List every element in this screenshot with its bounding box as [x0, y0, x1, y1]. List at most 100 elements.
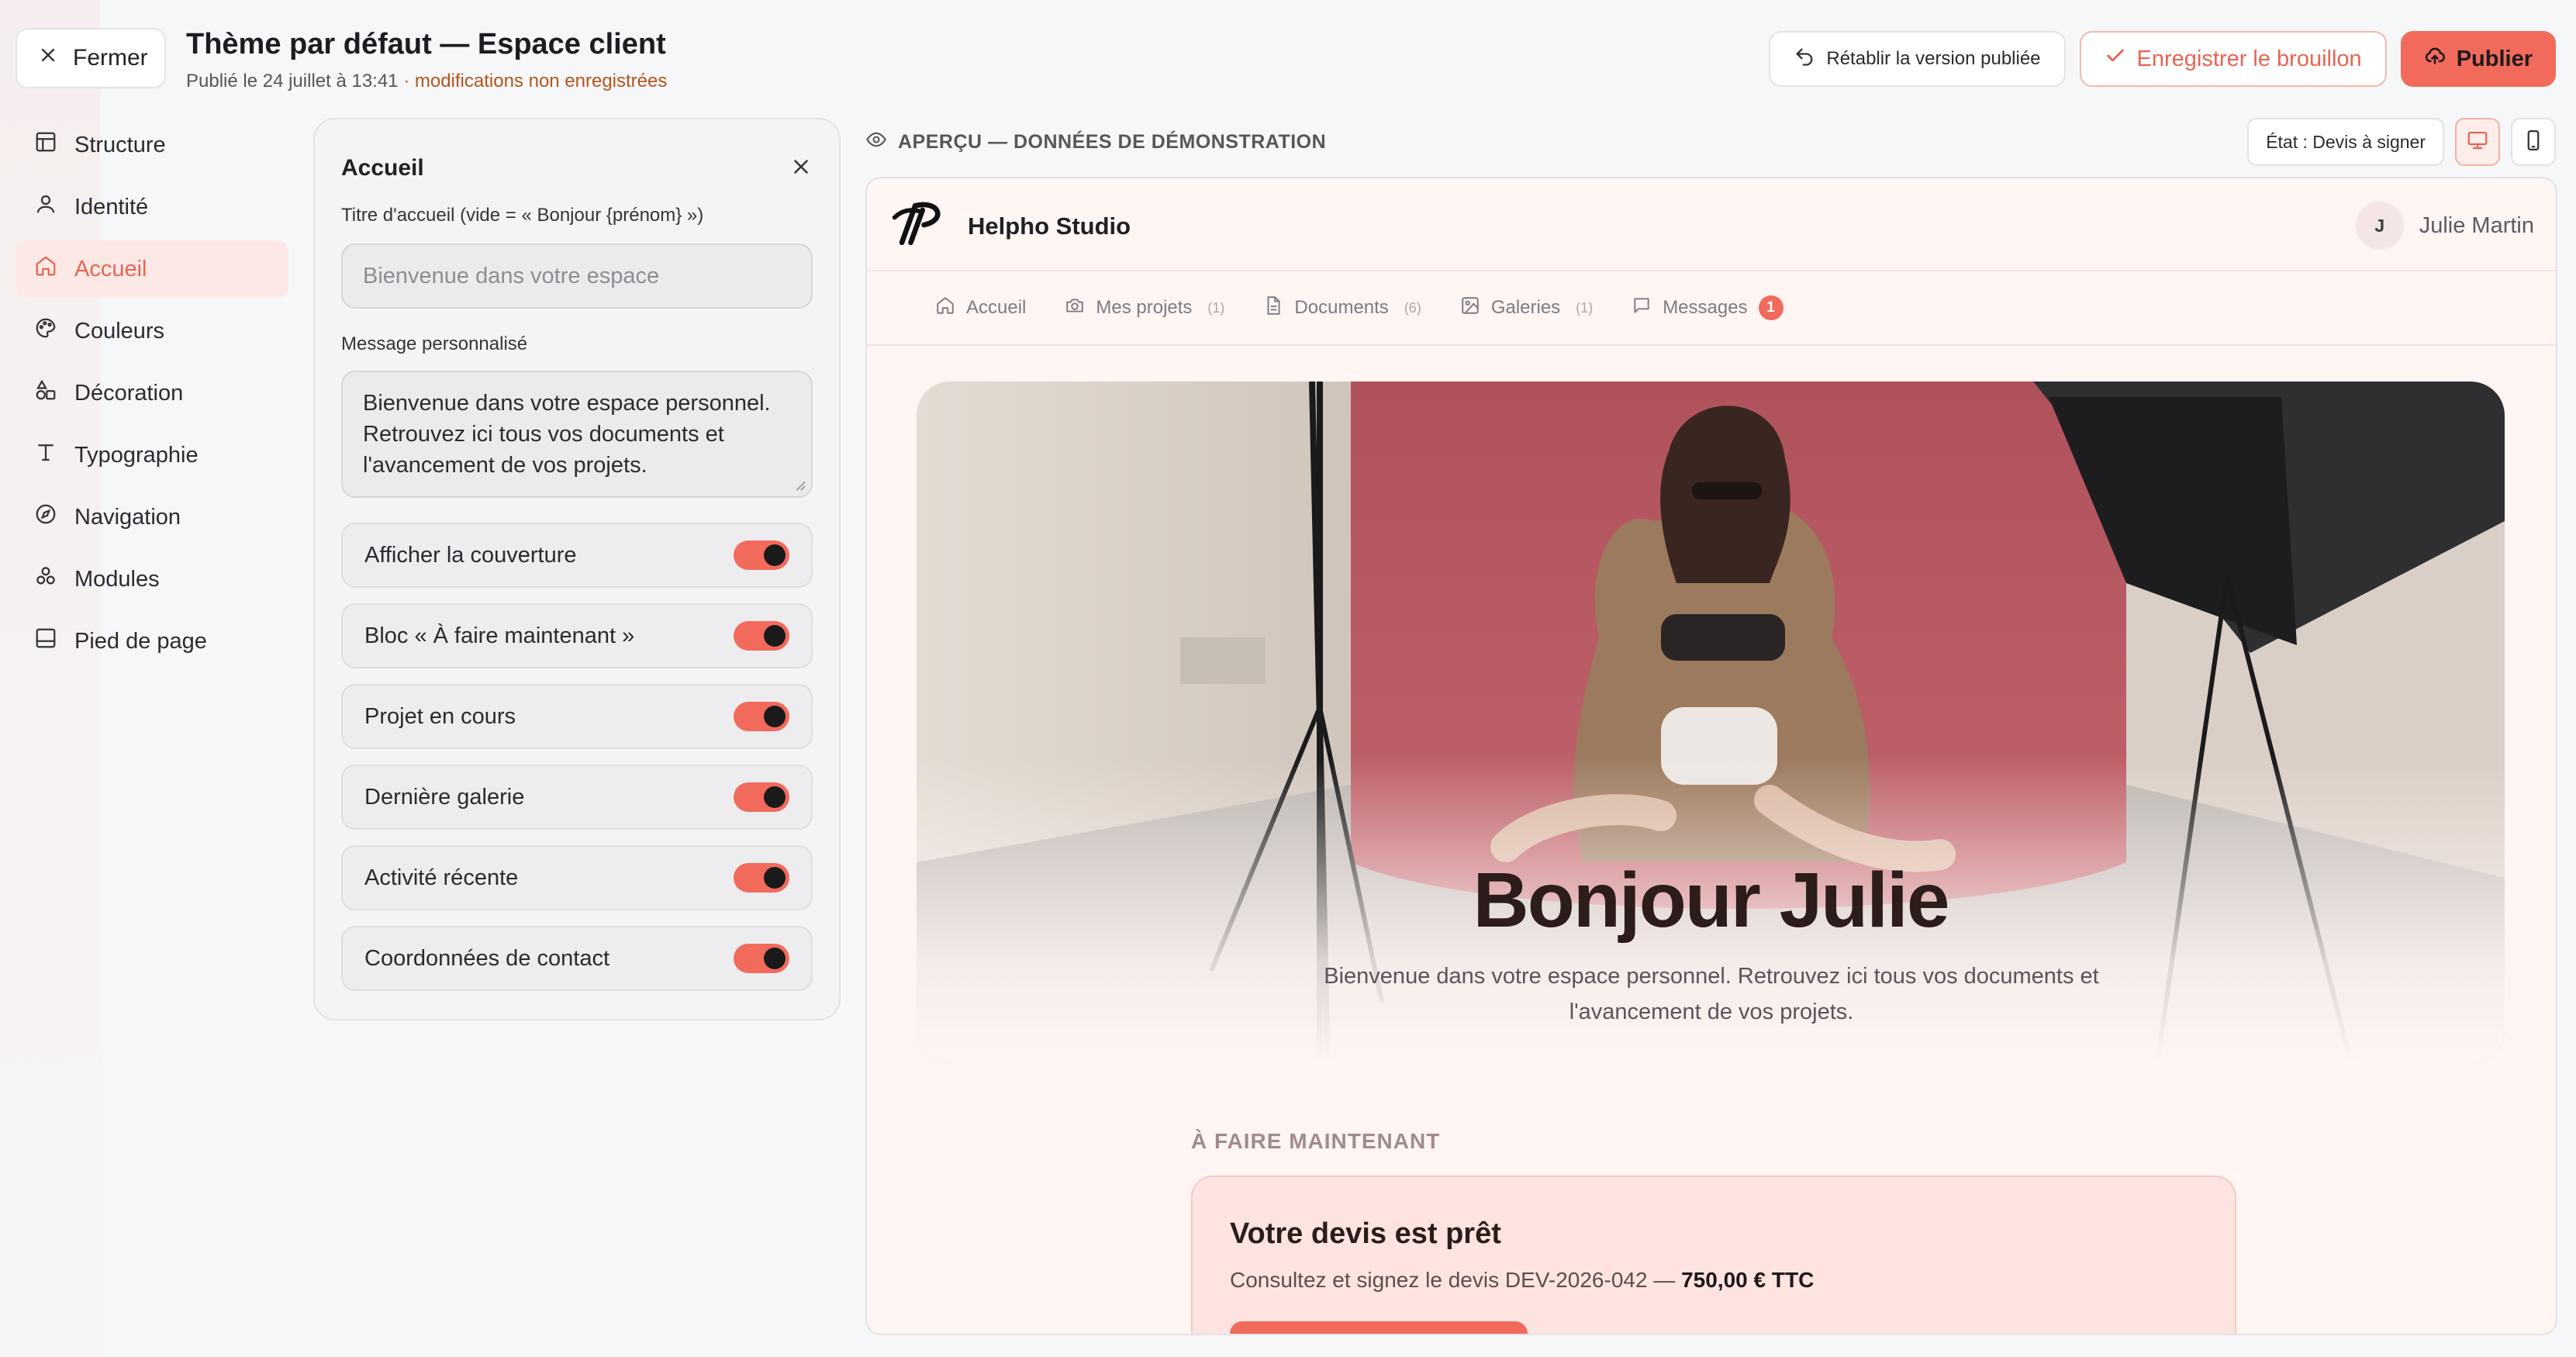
user-menu[interactable]: J Julie Martin	[2355, 202, 2534, 250]
close-button[interactable]: Fermer	[16, 28, 166, 88]
client-space-preview: Helpho Studio J Julie Martin Accueil Mes…	[865, 177, 2557, 1335]
tab-count: (6)	[1404, 299, 1421, 316]
undo-icon	[1794, 46, 1815, 73]
hero-message: Bienvenue dans votre espace personnel. R…	[1324, 964, 2099, 1024]
monitor-icon	[2466, 129, 2489, 156]
sidebar-item-label: Décoration	[74, 380, 184, 406]
sign-quote-button[interactable]	[1230, 1321, 1528, 1334]
desktop-view-button[interactable]	[2455, 118, 2500, 166]
toggle-row-cover[interactable]: Afficher la couverture	[341, 523, 813, 588]
cloud-upload-icon	[2424, 45, 2446, 73]
tab-messages[interactable]: Messages 1	[1632, 295, 1784, 321]
toggle-knob	[764, 544, 786, 566]
sidebar-item-modules[interactable]: Modules	[16, 551, 288, 608]
todo-title: Votre devis est prêt	[1230, 1217, 1501, 1250]
sidebar-item-typographie[interactable]: Typographie	[16, 426, 288, 484]
tab-mes-projets[interactable]: Mes projets (1)	[1065, 295, 1224, 321]
studio-logo	[892, 202, 941, 246]
toggle-label: Afficher la couverture	[364, 542, 577, 568]
preview-label: APERÇU — DONNÉES DE DÉMONSTRATION	[865, 129, 1326, 156]
unread-badge: 1	[1758, 295, 1784, 320]
tab-accueil[interactable]: Accueil	[935, 295, 1026, 321]
publish-status: Publié le 24 juillet à 13:41 · modificat…	[186, 71, 667, 92]
panel-title: Accueil	[341, 155, 424, 181]
sidebar-item-label: Couleurs	[74, 318, 165, 344]
site-nav: Accueil Mes projets (1) Documents (6) Ga…	[867, 271, 2556, 346]
toggle-label: Projet en cours	[364, 703, 516, 729]
sidebar-item-label: Typographie	[74, 442, 199, 468]
sidebar-item-pied-de-page[interactable]: Pied de page	[16, 613, 288, 670]
tab-documents[interactable]: Documents (6)	[1263, 295, 1421, 321]
sidebar-item-accueil[interactable]: Accueil	[16, 240, 288, 298]
toggle-row-last-gallery[interactable]: Dernière galerie	[341, 765, 813, 830]
shapes-icon	[34, 378, 57, 408]
accueil-settings-panel: Accueil Titre d'accueil (vide = « Bonjou…	[313, 118, 841, 1020]
sidebar-item-label: Modules	[74, 566, 160, 592]
user-name: Julie Martin	[2419, 212, 2534, 238]
tab-galeries[interactable]: Galeries (1)	[1460, 295, 1593, 321]
sidebar-item-label: Identité	[74, 194, 149, 219]
toggle-row-todo-block[interactable]: Bloc « À faire maintenant »	[341, 603, 813, 668]
toggle-knob	[764, 625, 786, 647]
toggle-row-contact-details[interactable]: Coordonnées de contact	[341, 926, 813, 991]
todo-description: Consultez et signez le devis DEV-2026-04…	[1230, 1268, 2198, 1293]
toggle-row-current-project[interactable]: Projet en cours	[341, 684, 813, 749]
section-toggles: Afficher la couverture Bloc « À faire ma…	[341, 523, 813, 991]
image-icon	[1460, 295, 1480, 321]
eye-icon	[865, 129, 887, 156]
restore-label: Rétablir la version publiée	[1826, 48, 2041, 69]
settings-nav: Structure Identité Accueil Couleurs Déco…	[16, 116, 288, 675]
preview-state-select[interactable]: État : Devis à signer	[2247, 118, 2444, 166]
close-icon	[789, 159, 813, 181]
message-icon	[1632, 295, 1652, 321]
custom-message-label: Message personnalisé	[341, 333, 528, 354]
smartphone-icon	[2522, 129, 2545, 156]
todo-section-label: À FAIRE MAINTENANT	[1191, 1129, 1441, 1153]
toggle-switch[interactable]	[734, 782, 789, 812]
palette-icon	[34, 316, 57, 346]
toggle-switch[interactable]	[734, 863, 789, 893]
publish-button[interactable]: Publier	[2400, 31, 2556, 87]
toggle-switch[interactable]	[734, 944, 789, 973]
mobile-view-button[interactable]	[2511, 118, 2556, 166]
tab-count: (1)	[1207, 299, 1225, 316]
toggle-switch[interactable]	[734, 540, 789, 570]
panel-close-button[interactable]	[789, 155, 813, 182]
tab-label: Galeries	[1490, 297, 1561, 318]
toggle-label: Bloc « À faire maintenant »	[364, 623, 635, 648]
welcome-title-input[interactable]: Bienvenue dans votre espace	[341, 243, 813, 309]
toggle-row-recent-activity[interactable]: Activité récente	[341, 845, 813, 910]
sidebar-item-structure[interactable]: Structure	[16, 116, 288, 174]
toggle-label: Coordonnées de contact	[364, 945, 609, 971]
studio-name: Helpho Studio	[968, 212, 1131, 240]
sidebar-item-couleurs[interactable]: Couleurs	[16, 302, 288, 360]
sidebar-item-decoration[interactable]: Décoration	[16, 364, 288, 422]
sidebar-item-label: Structure	[74, 132, 166, 157]
hero-title: Bonjour Julie	[1473, 857, 1950, 944]
tab-label: Accueil	[966, 297, 1027, 318]
check-icon	[2105, 45, 2126, 73]
restore-published-button[interactable]: Rétablir la version publiée	[1769, 31, 2066, 87]
panel-header: Accueil	[341, 147, 813, 189]
toggle-switch[interactable]	[734, 702, 789, 731]
modules-icon	[34, 565, 57, 594]
title-block: Thème par défaut — Espace client Publié …	[186, 28, 667, 92]
publish-label: Publier	[2456, 46, 2533, 71]
tab-label: Mes projets	[1096, 297, 1193, 318]
close-label: Fermer	[73, 45, 148, 71]
close-icon	[37, 44, 59, 72]
save-draft-button[interactable]: Enregistrer le brouillon	[2079, 31, 2387, 87]
todo-card: Votre devis est prêt Consultez et signez…	[1191, 1176, 2236, 1334]
welcome-title-label: Titre d'accueil (vide = « Bonjour {préno…	[341, 205, 704, 226]
hero-cover: Bonjour Julie Bienvenue dans votre espac…	[917, 382, 2505, 1064]
sidebar-item-identite[interactable]: Identité	[16, 178, 288, 236]
user-icon	[34, 192, 57, 222]
home-icon	[34, 254, 57, 284]
sidebar-item-navigation[interactable]: Navigation	[16, 489, 288, 546]
custom-message-textarea[interactable]: Bienvenue dans votre espace personnel. R…	[341, 371, 813, 498]
page-title: Thème par défaut — Espace client	[186, 28, 666, 60]
site-header: Helpho Studio J Julie Martin	[867, 178, 2556, 271]
sidebar-item-label: Navigation	[74, 504, 181, 530]
resize-grip-icon[interactable]	[792, 478, 806, 492]
toggle-switch[interactable]	[734, 621, 789, 651]
